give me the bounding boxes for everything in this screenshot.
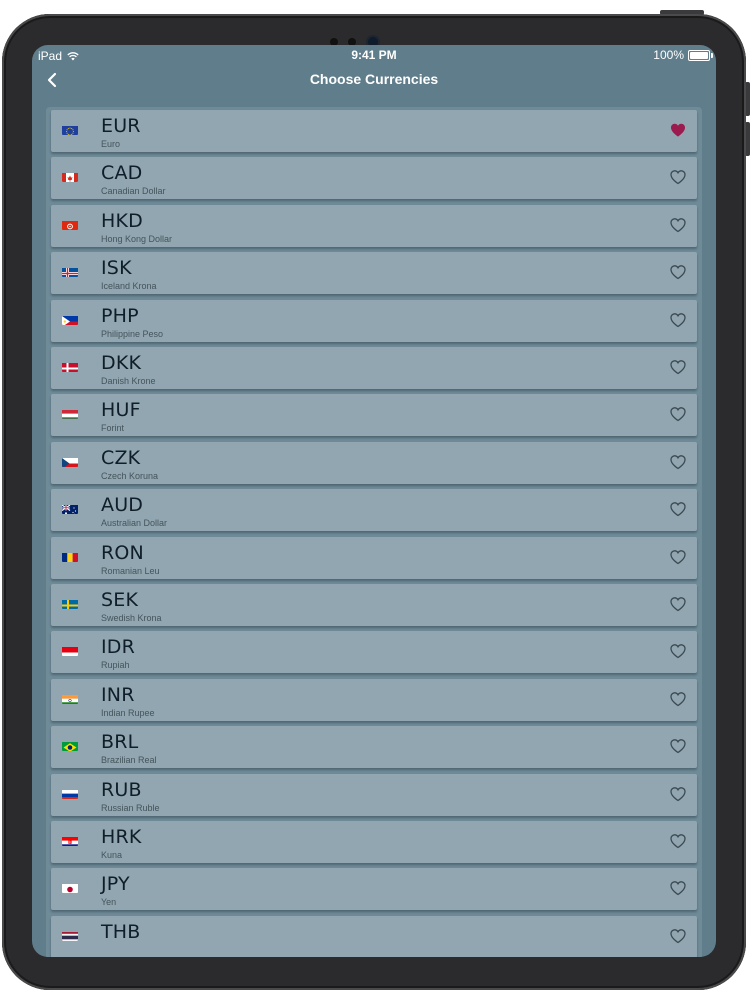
flag-in-icon (62, 693, 78, 704)
currency-code: PHP (101, 304, 139, 327)
currency-row-isk[interactable]: ISK Iceland Krona (51, 252, 697, 295)
flag-th-icon (62, 930, 78, 941)
currency-code: BRL (101, 731, 139, 754)
currency-code: EUR (101, 115, 141, 137)
flag-hu-icon (62, 408, 78, 420)
currency-name: Canadian Dollar (101, 186, 166, 197)
heart-outline-icon[interactable] (669, 785, 687, 803)
currency-name: Kuna (101, 850, 123, 860)
heart-outline-icon[interactable] (669, 927, 687, 945)
currency-name: Hong Kong Dollar (101, 233, 173, 244)
heart-outline-icon[interactable] (669, 358, 687, 376)
currency-code: ISK (101, 257, 132, 280)
heart-outline-icon[interactable] (669, 168, 687, 186)
currency-row-aud[interactable]: AUD Australian Dollar (51, 489, 697, 532)
currency-row-hrk[interactable]: HRK Kuna (51, 821, 697, 863)
currency-row-dkk[interactable]: DKK Danish Krone (51, 347, 697, 389)
currency-row-idr[interactable]: IDR Rupiah (51, 631, 697, 674)
status-right: 100% (653, 48, 713, 62)
currency-row-eur[interactable]: EUR Euro (51, 110, 697, 152)
currency-code: HKD (101, 209, 143, 232)
flag-cz-icon (62, 456, 78, 467)
battery-icon (688, 49, 713, 61)
currency-row-brl[interactable]: BRL Brazilian Real (51, 726, 697, 769)
currency-row-rub[interactable]: RUB Russian Ruble (51, 773, 697, 816)
heart-outline-icon[interactable] (669, 737, 687, 755)
currency-code: SEK (101, 589, 139, 611)
currency-code: RUB (101, 778, 142, 801)
flag-id-icon (62, 645, 78, 657)
status-bar: iPad 9:41 PM 100% (32, 45, 716, 65)
currency-name: Indian Rupee (101, 707, 155, 718)
currency-row-thb[interactable]: THB (51, 915, 697, 957)
currency-row-cad[interactable]: CAD Canadian Dollar (51, 157, 697, 200)
flag-hr-icon (62, 835, 78, 846)
flag-ph-icon (62, 314, 78, 325)
currency-code: AUD (101, 494, 144, 517)
currency-name: Philippine Peso (101, 328, 164, 339)
currency-name: Iceland Krona (101, 281, 157, 292)
heart-outline-icon[interactable] (669, 311, 687, 329)
currency-name: Euro (101, 139, 121, 149)
currency-code: JPY (101, 873, 130, 896)
flag-au-icon (62, 503, 78, 515)
currency-row-ron[interactable]: RON Romanian Leu (51, 536, 697, 579)
currency-row-inr[interactable]: INR Indian Rupee (51, 678, 697, 721)
heart-outline-icon[interactable] (669, 548, 687, 566)
flag-se-icon (62, 598, 78, 609)
heart-outline-icon[interactable] (669, 263, 687, 281)
flag-dk-icon (62, 361, 78, 372)
currency-name: Forint (101, 423, 125, 434)
flag-hk-icon (62, 219, 78, 230)
currency-code: IDR (101, 636, 136, 659)
flag-jp-icon (62, 882, 78, 894)
currency-row-huf[interactable]: HUF Forint (51, 394, 697, 437)
currency-row-jpy[interactable]: JPY Yen (51, 868, 697, 911)
currency-name: Swedish Krona (101, 613, 162, 623)
heart-outline-icon[interactable] (669, 405, 687, 423)
currency-code: THB (101, 920, 141, 943)
app-screen: iPad 9:41 PM 100% Choose Currencies EUR E… (32, 45, 716, 957)
currency-code: HUF (101, 399, 141, 422)
flag-ca-icon (62, 171, 78, 183)
currency-code: CZK (101, 446, 141, 469)
currency-name: Romanian Leu (101, 565, 160, 576)
flag-eu-icon (62, 124, 78, 135)
currency-name: Australian Dollar (101, 518, 168, 529)
heart-outline-icon[interactable] (669, 832, 687, 850)
battery-percent: 100% (653, 48, 684, 62)
currency-name: Danish Krone (101, 376, 156, 386)
heart-outline-icon[interactable] (669, 216, 687, 234)
currency-list[interactable]: EUR Euro CAD Canadian Dollar HKD Hong Kong Do… (46, 107, 702, 957)
currency-row-hkd[interactable]: HKD Hong Kong Dollar (51, 204, 697, 247)
heart-outline-icon[interactable] (669, 453, 687, 471)
currency-row-php[interactable]: PHP Philippine Peso (51, 299, 697, 342)
currency-name: Yen (101, 897, 117, 908)
currency-code: HRK (101, 826, 142, 848)
heart-outline-icon[interactable] (669, 879, 687, 897)
heart-outline-icon[interactable] (669, 642, 687, 660)
flag-ro-icon (62, 551, 78, 562)
flag-is-icon (62, 266, 78, 278)
heart-filled-icon[interactable] (669, 121, 687, 139)
currency-name: Brazilian Real (101, 755, 157, 766)
flag-ru-icon (62, 788, 78, 799)
heart-outline-icon[interactable] (669, 690, 687, 708)
currency-name: Russian Ruble (101, 802, 160, 813)
page-title: Choose Currencies (309, 71, 439, 87)
status-time: 9:41 PM (351, 48, 397, 62)
currency-code: DKK (101, 352, 142, 374)
currency-row-sek[interactable]: SEK Swedish Krona (51, 584, 697, 626)
navigation-bar: Choose Currencies (32, 65, 716, 95)
currency-row-czk[interactable]: CZK Czech Koruna (51, 441, 697, 484)
currency-code: CAD (101, 162, 143, 185)
currency-code: INR (101, 683, 135, 706)
currency-name: Rupiah (101, 660, 130, 671)
flag-br-icon (62, 740, 78, 752)
heart-outline-icon[interactable] (669, 595, 687, 613)
currency-name: Czech Koruna (101, 470, 159, 481)
heart-outline-icon[interactable] (669, 500, 687, 518)
currency-code: RON (101, 541, 144, 564)
